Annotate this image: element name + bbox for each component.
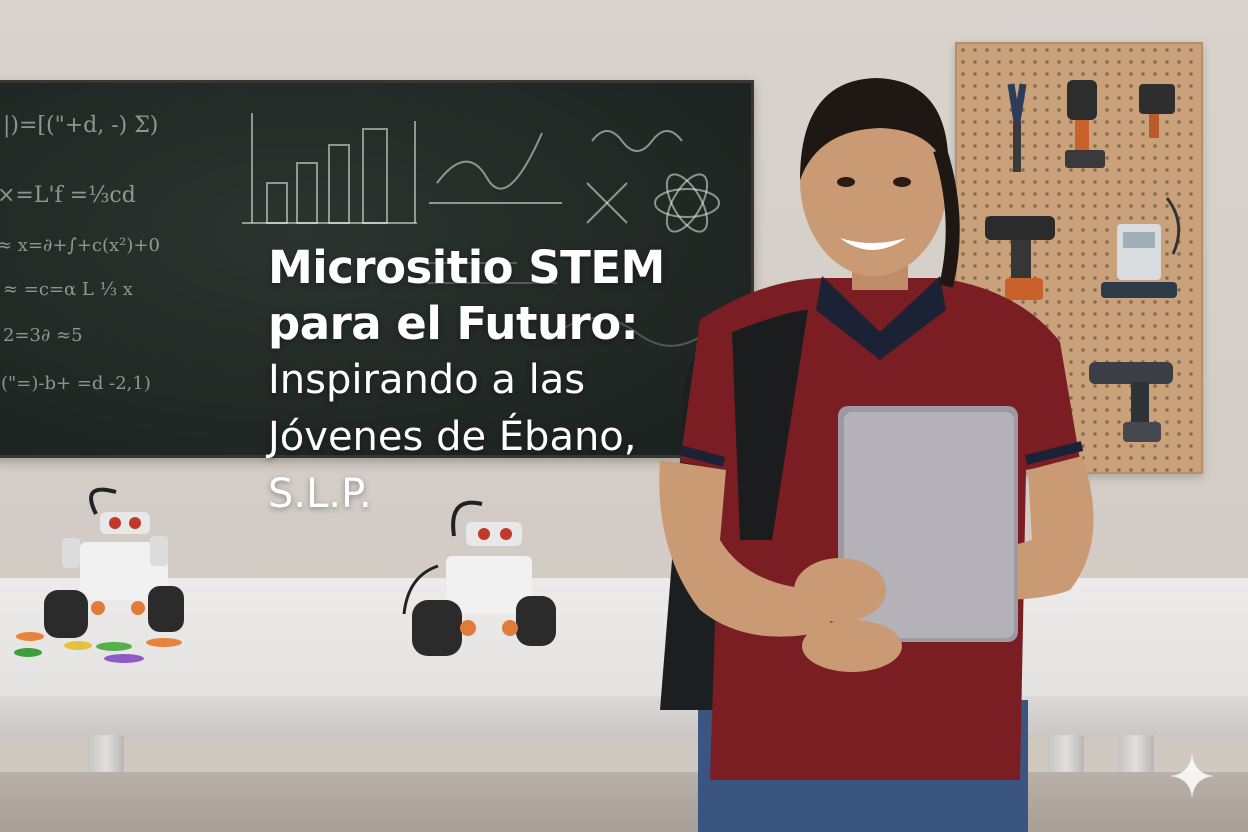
gear-piece bbox=[16, 632, 44, 641]
screwdriver-icon bbox=[1139, 84, 1175, 138]
gear-piece bbox=[96, 642, 132, 651]
gear-piece bbox=[14, 648, 42, 657]
robot-left bbox=[44, 487, 184, 638]
headline-subtitle-line: Jóvenes de Ébano, bbox=[268, 414, 637, 460]
headline-subtitle-line: Inspirando a las bbox=[268, 357, 586, 403]
headline-bold-line: Micrositio STEM bbox=[268, 241, 665, 294]
headline-bold-line: para el Futuro: bbox=[268, 297, 639, 350]
classroom-scene: |)=[("+d, -) Σ) ×=L'f =⅓cd ≈ x=∂+∫+c(x²)… bbox=[0, 0, 1248, 832]
gear-piece bbox=[104, 654, 144, 663]
gear-piece bbox=[64, 641, 92, 650]
gear-piece bbox=[146, 638, 182, 647]
headline-subtitle-line: S.L.P. bbox=[268, 471, 372, 517]
sparkle-icon bbox=[1170, 754, 1214, 798]
headline: Micrositio STEM para el Futuro: Inspiran… bbox=[268, 240, 728, 523]
